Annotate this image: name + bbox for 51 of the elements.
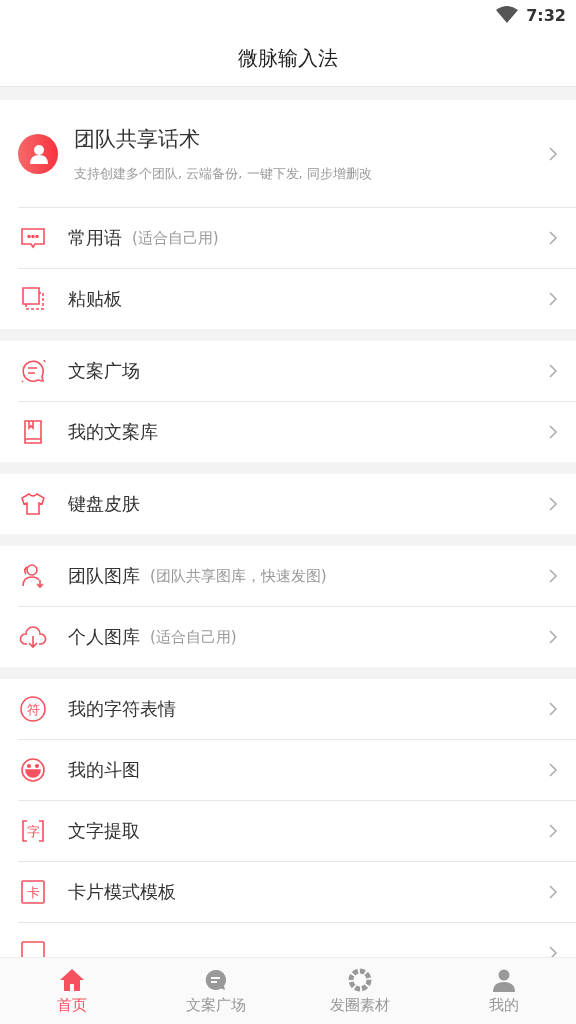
card-icon: 卡 bbox=[18, 877, 48, 907]
chevron-right-icon bbox=[548, 884, 558, 900]
avatar-icon bbox=[18, 133, 58, 174]
chevron-right-icon bbox=[548, 230, 558, 246]
menu-item[interactable]: 我的斗图 bbox=[18, 740, 576, 801]
menu-item[interactable]: 文案广场 bbox=[18, 341, 576, 402]
status-time: 7:32 bbox=[526, 5, 566, 25]
menu-item[interactable]: 个人图库 (适合自己用) bbox=[18, 607, 576, 667]
chevron-right-icon bbox=[548, 701, 558, 717]
menu-item-title: 键盘皮肤 bbox=[68, 492, 140, 516]
chevron-right-icon bbox=[548, 568, 558, 584]
menu-item-title: 我的字符表情 bbox=[68, 697, 176, 721]
menu-item[interactable]: 我的文案库 bbox=[18, 402, 576, 462]
chevron-right-icon bbox=[548, 145, 558, 162]
menu-item[interactable]: 字 文字提取 bbox=[18, 801, 576, 862]
menu-item-title: 文案广场 bbox=[68, 359, 140, 383]
character-icon: 符 bbox=[18, 694, 48, 724]
menu-item-title: 粘贴板 bbox=[68, 287, 122, 311]
menu-item[interactable]: 卡 卡片模式模板 bbox=[18, 862, 576, 923]
menu-item-note: (适合自己用) bbox=[150, 627, 237, 647]
chevron-right-icon bbox=[548, 424, 558, 440]
chevron-right-icon bbox=[548, 945, 558, 957]
chevron-right-icon bbox=[548, 291, 558, 307]
team-card-subtitle: 支持创建多个团队, 云端备份, 一键下发, 同步增删改 bbox=[74, 164, 372, 183]
menu-item-title: 常用语 bbox=[68, 226, 122, 250]
wifi-icon bbox=[496, 6, 519, 24]
aperture-icon bbox=[348, 967, 372, 992]
menu-item-title: 个人图库 bbox=[68, 625, 140, 649]
smiley-icon bbox=[18, 755, 48, 785]
menu-item[interactable]: 符 我的字符表情 bbox=[18, 679, 576, 740]
menu-item[interactable]: 粘贴板 bbox=[18, 269, 576, 329]
chevron-right-icon bbox=[548, 762, 558, 778]
menu-item-title: 文字提取 bbox=[68, 819, 140, 843]
chevron-right-icon bbox=[548, 629, 558, 645]
speech-bubble-icon bbox=[203, 967, 229, 992]
chevron-right-icon bbox=[548, 496, 558, 512]
team-card-row[interactable]: 团队共享话术 支持创建多个团队, 云端备份, 一键下发, 同步增删改 bbox=[18, 100, 576, 208]
app-title: 微脉输入法 bbox=[238, 44, 338, 72]
menu-item-note: (团队共享图库，快速发图) bbox=[150, 566, 327, 586]
chevron-right-icon bbox=[548, 363, 558, 379]
menu-item-title: 我的文案库 bbox=[68, 420, 158, 444]
menu-item-note: (适合自己用) bbox=[132, 228, 219, 248]
menu-item[interactable]: 常用语 (适合自己用) bbox=[18, 208, 576, 269]
team-card-title: 团队共享话术 bbox=[74, 125, 201, 153]
chevron-right-icon bbox=[548, 823, 558, 839]
home-icon bbox=[59, 967, 85, 992]
menu-item-title: 团队图库 bbox=[68, 564, 140, 588]
menu-item-title: 我的斗图 bbox=[68, 758, 140, 782]
menu-item-title: 卡片模式模板 bbox=[68, 880, 176, 904]
user-icon bbox=[492, 967, 516, 992]
menu-item[interactable]: 团队图库 (团队共享图库，快速发图) bbox=[18, 546, 576, 607]
